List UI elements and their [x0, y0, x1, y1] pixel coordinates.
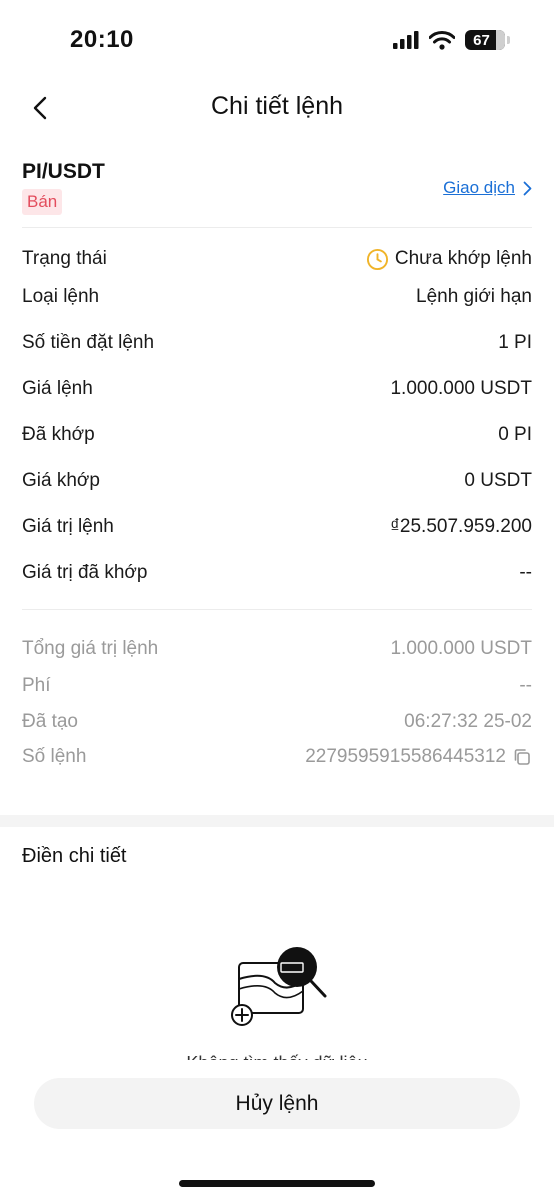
- summary-row-order-id: Số lệnh 2279595915586445312: [22, 740, 532, 774]
- detail-label: Giá trị đã khớp: [22, 562, 148, 583]
- order-pair-header: PI/USDT Bán Giao dịch: [22, 160, 532, 228]
- detail-row-order-price: Giá lệnh 1.000.000 USDT: [22, 372, 532, 406]
- summary-row-created: Đã tạo 06:27:32 25-02: [22, 704, 532, 740]
- trade-link[interactable]: Giao dịch: [443, 178, 532, 198]
- trade-link-label: Giao dịch: [443, 178, 515, 197]
- detail-row-order-value: Giá trị lệnh ₫25.507.959.200: [22, 498, 532, 556]
- summary-label: Phí: [22, 675, 51, 696]
- detail-row-fill-price: Giá khớp 0 USDT: [22, 464, 532, 498]
- home-indicator: [179, 1180, 375, 1187]
- summary-value: 2279595915586445312: [305, 746, 506, 767]
- summary-value: 06:27:32 25-02: [404, 711, 532, 732]
- clock-icon: [366, 248, 388, 270]
- summary-label: Số lệnh: [22, 746, 87, 767]
- bottom-action-bar: Hủy lệnh: [0, 1060, 554, 1200]
- detail-value: 0 PI: [498, 424, 532, 445]
- battery-icon: 67: [465, 30, 505, 50]
- detail-label: Giá khớp: [22, 470, 100, 491]
- status-time: 20:10: [70, 26, 134, 53]
- empty-state-text: Không tìm thấy dữ liệu: [0, 1048, 554, 1060]
- detail-value: 1 PI: [498, 332, 532, 353]
- detail-value: ₫25.507.959.200: [390, 516, 532, 537]
- status-icons: 67: [393, 30, 510, 50]
- wifi-icon: [429, 30, 455, 50]
- summary-value: --: [519, 675, 532, 696]
- section-divider: [22, 609, 532, 610]
- detail-label: Loại lệnh: [22, 286, 100, 307]
- detail-label: Trạng thái: [22, 248, 107, 269]
- order-summary: Tổng giá trị lệnh 1.000.000 USDT Phí -- …: [22, 630, 532, 774]
- chevron-right-icon: [523, 181, 532, 195]
- summary-row-fee: Phí --: [22, 668, 532, 704]
- fill-details-title: Điền chi tiết: [22, 845, 127, 867]
- detail-row-status: Trạng thái Chưa khớp lệnh: [22, 238, 532, 280]
- status-bar: 20:10 67: [0, 0, 554, 80]
- detail-value: Lệnh giới hạn: [416, 286, 532, 307]
- detail-value: 1.000.000 USDT: [390, 378, 532, 399]
- page-title: Chi tiết lệnh: [210, 92, 344, 120]
- detail-label: Giá trị lệnh: [22, 516, 114, 537]
- detail-value: --: [519, 562, 532, 583]
- summary-value: 1.000.000 USDT: [390, 638, 532, 659]
- copy-icon[interactable]: [512, 747, 532, 767]
- battery-level: 67: [473, 31, 490, 49]
- detail-label: Số tiền đặt lệnh: [22, 332, 155, 353]
- status-value: Chưa khớp lệnh: [366, 248, 532, 271]
- cancel-order-button[interactable]: Hủy lệnh: [34, 1078, 520, 1129]
- detail-label: Đã khớp: [22, 424, 95, 445]
- section-gap: [0, 815, 554, 827]
- summary-label: Đã tạo: [22, 711, 78, 732]
- detail-row-filled-value: Giá trị đã khớp --: [22, 556, 532, 590]
- detail-value: 0 USDT: [464, 470, 532, 491]
- nav-bar: Chi tiết lệnh: [0, 80, 554, 136]
- order-side-badge: Bán: [22, 189, 63, 215]
- detail-row-order-amount: Số tiền đặt lệnh 1 PI: [22, 314, 532, 372]
- summary-label: Tổng giá trị lệnh: [22, 638, 159, 659]
- order-id-value: 2279595915586445312: [305, 746, 532, 768]
- detail-label: Giá lệnh: [22, 378, 93, 399]
- detail-row-order-type: Loại lệnh Lệnh giới hạn: [22, 280, 532, 314]
- detail-row-filled: Đã khớp 0 PI: [22, 406, 532, 464]
- summary-row-total-value: Tổng giá trị lệnh 1.000.000 USDT: [22, 630, 532, 668]
- empty-state-illustration: [231, 947, 327, 1026]
- detail-value: Chưa khớp lệnh: [394, 248, 532, 269]
- cellular-signal-icon: [393, 31, 419, 49]
- order-details: Trạng thái Chưa khớp lệnh Loại lệnh Lệnh…: [22, 238, 532, 590]
